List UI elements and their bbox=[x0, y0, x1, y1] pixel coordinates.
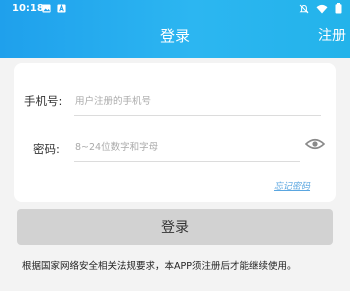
image-icon bbox=[42, 4, 51, 13]
wifi-icon bbox=[316, 4, 328, 13]
a-box-icon bbox=[57, 4, 66, 13]
battery-icon bbox=[335, 3, 342, 14]
phone-label: 手机号: bbox=[24, 94, 63, 108]
register-button[interactable]: 注册 bbox=[318, 25, 346, 45]
password-label: 密码: bbox=[33, 142, 60, 156]
phone-input[interactable] bbox=[74, 87, 321, 116]
app-header: 10:18 登录 注册 bbox=[0, 0, 350, 58]
login-form-card: 手机号: 密码: 忘记密码 bbox=[14, 63, 336, 202]
status-bar: 10:18 bbox=[0, 0, 350, 18]
password-input[interactable] bbox=[74, 133, 300, 162]
status-time: 10:18 bbox=[12, 3, 44, 14]
status-icons-right bbox=[299, 3, 342, 14]
forgot-password-link[interactable]: 忘记密码 bbox=[274, 179, 310, 192]
no-notification-icon bbox=[299, 4, 309, 13]
eye-icon[interactable] bbox=[305, 137, 325, 151]
legal-notice: 根据国家网络安全相关法规要求，本APP须注册后才能继续使用。 bbox=[22, 261, 297, 272]
page-title: 登录 bbox=[159, 27, 190, 45]
login-button[interactable]: 登录 bbox=[17, 209, 333, 245]
